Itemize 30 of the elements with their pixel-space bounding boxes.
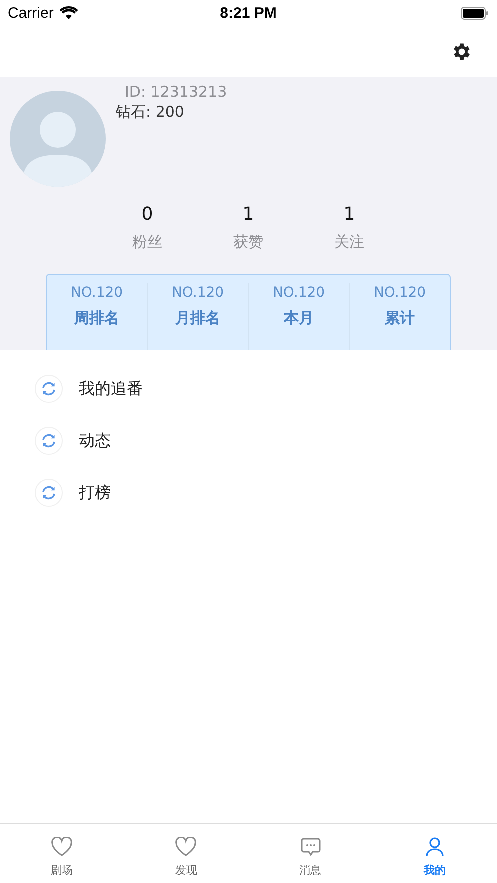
carrier-label: Carrier: [8, 4, 54, 22]
stat-label[interactable]: 关注: [334, 233, 364, 252]
status-time: 8:21 PM: [220, 4, 277, 22]
menu-item[interactable]: 打榜: [79, 482, 111, 504]
rank-value: NO.120: [374, 284, 426, 303]
heart-icon: [51, 837, 74, 857]
rank-label: 周排名: [74, 309, 120, 328]
menu-item[interactable]: 我的追番: [79, 378, 143, 400]
stat-value: 1: [242, 203, 254, 227]
rank-value: NO.120: [172, 284, 224, 303]
rank-value: NO.120: [272, 284, 326, 303]
refresh-icon: [35, 427, 63, 455]
rank-value: NO.120: [70, 284, 124, 303]
battery-icon: [460, 6, 489, 20]
person-icon: [424, 837, 445, 857]
rank-label: 累计: [385, 309, 415, 328]
refresh-icon: [35, 375, 63, 403]
refresh-icon: [35, 479, 63, 507]
heart-icon: [175, 837, 198, 857]
stat-value: 0: [142, 203, 154, 227]
rank-label: 月排名: [176, 309, 220, 328]
rank-label: 本月: [284, 309, 314, 328]
stat-value: 1: [344, 203, 356, 227]
wifi-icon: [58, 6, 79, 20]
menu-item[interactable]: 动态: [79, 430, 111, 452]
user-id: ID: 12313213: [125, 83, 228, 101]
diamond-count: 钻石: 200: [116, 102, 186, 123]
chat-icon: [300, 837, 321, 857]
stat-label[interactable]: 获赞: [234, 233, 264, 252]
stat-label[interactable]: 粉丝: [132, 233, 162, 252]
